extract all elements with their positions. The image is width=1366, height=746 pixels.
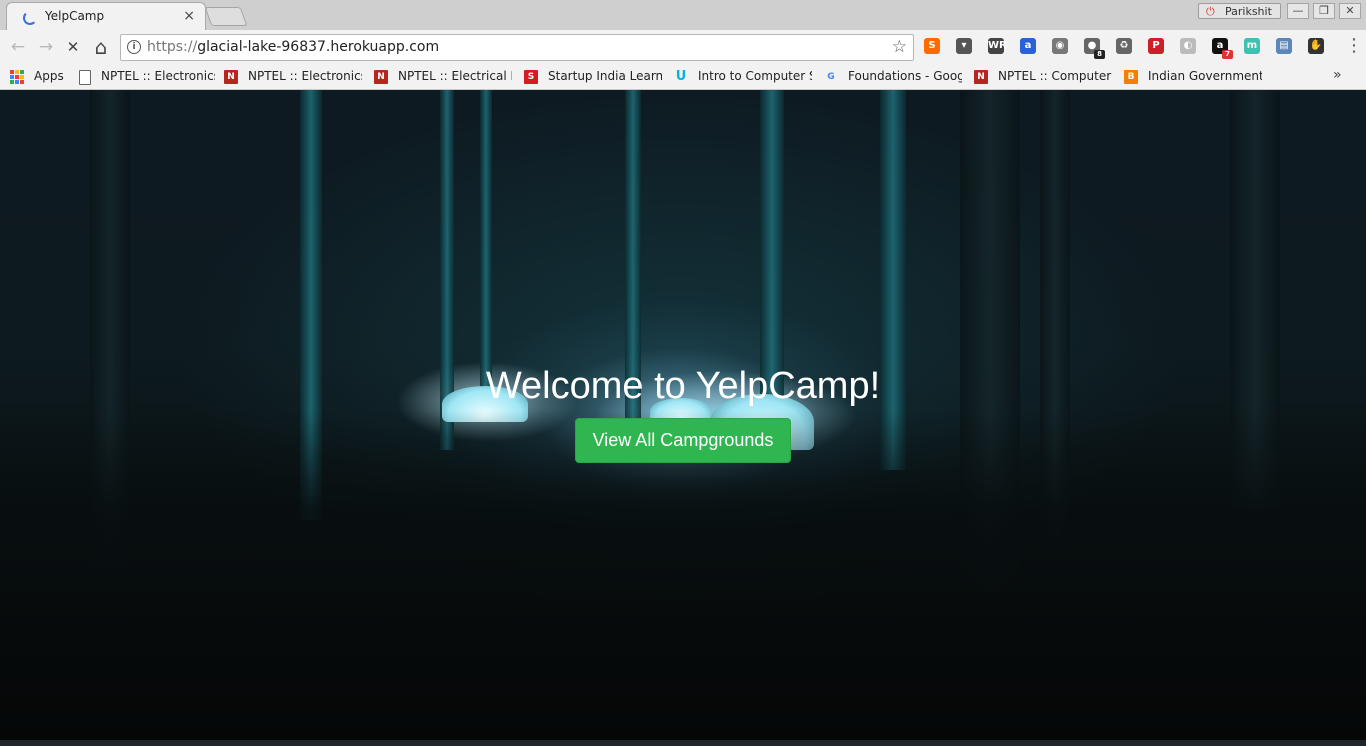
apps-grid-icon (10, 70, 24, 84)
google-icon: G (827, 72, 835, 82)
bookmark-label: NPTEL :: Electrical Er (398, 69, 512, 83)
bookmark-label: Startup India Learnin (548, 69, 662, 83)
a-circle-icon[interactable]: a (1020, 38, 1036, 54)
tab-strip: YelpCamp × ⏻ Parikshit — ❐ ✕ (0, 0, 1366, 30)
nptel-icon: N (974, 70, 988, 84)
bookmark-star-icon[interactable]: ☆ (892, 37, 907, 57)
ghostery-icon[interactable]: ● 8 (1084, 38, 1105, 59)
url-scheme: https:// (147, 39, 198, 55)
nptel-icon: N (374, 70, 388, 84)
extension-glyph: P (1152, 40, 1160, 51)
view-all-campgrounds-button[interactable]: View All Campgrounds (575, 418, 791, 463)
site-info-icon[interactable]: i (127, 40, 141, 54)
bookmarks-bar: Apps NPTEL :: Electronics N NPTEL :: Elect… (0, 64, 1366, 90)
nptel-icon: N (224, 70, 238, 84)
camera-icon[interactable]: ◉ (1052, 38, 1068, 54)
bookmark-label: Foundations - Googl (848, 69, 962, 83)
forward-button[interactable]: → (35, 37, 57, 57)
browser-window: YelpCamp × ⏻ Parikshit — ❐ ✕ ← → ✕ ⌂ i h… (0, 0, 1366, 746)
extension-glyph: a (1024, 40, 1032, 51)
bookmark-label: NPTEL :: Electronics (101, 69, 215, 83)
bookmark-item[interactable]: N NPTEL :: Electronics (224, 68, 362, 86)
screen-icon[interactable]: ▤ (1276, 38, 1292, 54)
stop-button[interactable]: ✕ (62, 37, 84, 57)
bookmark-item[interactable]: N NPTEL :: Computer S (974, 68, 1112, 86)
new-tab-button[interactable] (204, 7, 248, 26)
bookmark-apps[interactable]: Apps (10, 68, 70, 86)
chrome-menu-icon[interactable]: ⋮ (1345, 37, 1363, 55)
startup-india-icon: S (524, 70, 538, 84)
address-bar[interactable]: i https://glacial-lake-96837.herokuapp.c… (120, 34, 914, 61)
close-window-button[interactable]: ✕ (1339, 3, 1361, 19)
profile-button[interactable]: ⏻ Parikshit (1198, 3, 1281, 19)
loading-spinner-icon (23, 11, 37, 25)
extension-glyph: WR (988, 40, 1007, 51)
blogger-icon: B (1124, 70, 1138, 84)
bookmark-item[interactable]: G Foundations - Googl (824, 68, 962, 86)
bookmark-label: Indian Government (1148, 69, 1262, 83)
feather-icon[interactable]: ◐ (1180, 38, 1196, 54)
recycle-icon[interactable]: ♻ (1116, 38, 1132, 54)
profile-name: Parikshit (1225, 5, 1272, 18)
extension-glyph: ◐ (1183, 40, 1193, 51)
tab-close-icon[interactable]: × (183, 8, 195, 24)
extension-badge: 8 (1094, 50, 1105, 59)
bookmark-item[interactable]: B Indian Government (1124, 68, 1262, 86)
back-button[interactable]: ← (7, 37, 29, 57)
bookmark-label: NPTEL :: Computer S (998, 69, 1112, 83)
more-bookmarks-icon[interactable]: » (1333, 67, 1342, 83)
tab-title: YelpCamp (45, 9, 105, 23)
home-button[interactable]: ⌂ (90, 37, 112, 57)
pinterest-icon[interactable]: P (1148, 38, 1164, 54)
tab-yelpcamp[interactable]: YelpCamp × (6, 2, 206, 30)
profile-icon: ⏻ (1206, 5, 1215, 18)
pocket-icon[interactable]: ▾ (956, 38, 972, 54)
landing-page: Welcome to YelpCamp! View All Campground… (0, 90, 1366, 740)
extension-glyph: ♻ (1119, 40, 1129, 51)
os-taskbar (0, 740, 1366, 746)
url-text[interactable]: https://glacial-lake-96837.herokuapp.com (147, 39, 439, 55)
bookmark-label: Apps (34, 69, 64, 83)
gnome-icon[interactable]: ✋ (1308, 38, 1324, 54)
extension-glyph: ▤ (1279, 40, 1289, 51)
extension-badge: 7 (1222, 50, 1233, 59)
extension-glyph: S (928, 40, 936, 51)
wr-icon[interactable]: WR (988, 38, 1007, 54)
page-icon (79, 70, 91, 85)
udacity-icon: U (675, 69, 687, 84)
bookmark-item[interactable]: N NPTEL :: Electrical Er (374, 68, 512, 86)
bookmark-label: NPTEL :: Electronics (248, 69, 362, 83)
bookmark-item[interactable]: S Startup India Learnin (524, 68, 662, 86)
extension-glyph: ▾ (961, 40, 967, 51)
stylish-icon[interactable]: S (924, 38, 940, 54)
bookmark-item[interactable]: NPTEL :: Electronics (77, 68, 215, 86)
bookmark-label: Intro to Computer Sc (698, 69, 812, 83)
amazon-icon[interactable]: a7 (1212, 38, 1233, 59)
page-title: Welcome to YelpCamp! (485, 365, 881, 407)
extension-glyph: ✋ (1309, 40, 1323, 51)
landing-header: Welcome to YelpCamp! View All Campground… (0, 360, 1366, 463)
extension-glyph: m (1246, 40, 1258, 51)
bookmark-item[interactable]: U Intro to Computer Sc (674, 68, 812, 86)
browser-toolbar: ← → ✕ ⌂ i https://glacial-lake-96837.her… (0, 30, 1366, 64)
minimize-button[interactable]: — (1287, 3, 1309, 19)
url-host: glacial-lake-96837.herokuapp.com (197, 39, 440, 55)
restore-button[interactable]: ❐ (1313, 3, 1335, 19)
extension-glyph: ◉ (1055, 40, 1065, 51)
m-icon[interactable]: m (1244, 38, 1260, 54)
